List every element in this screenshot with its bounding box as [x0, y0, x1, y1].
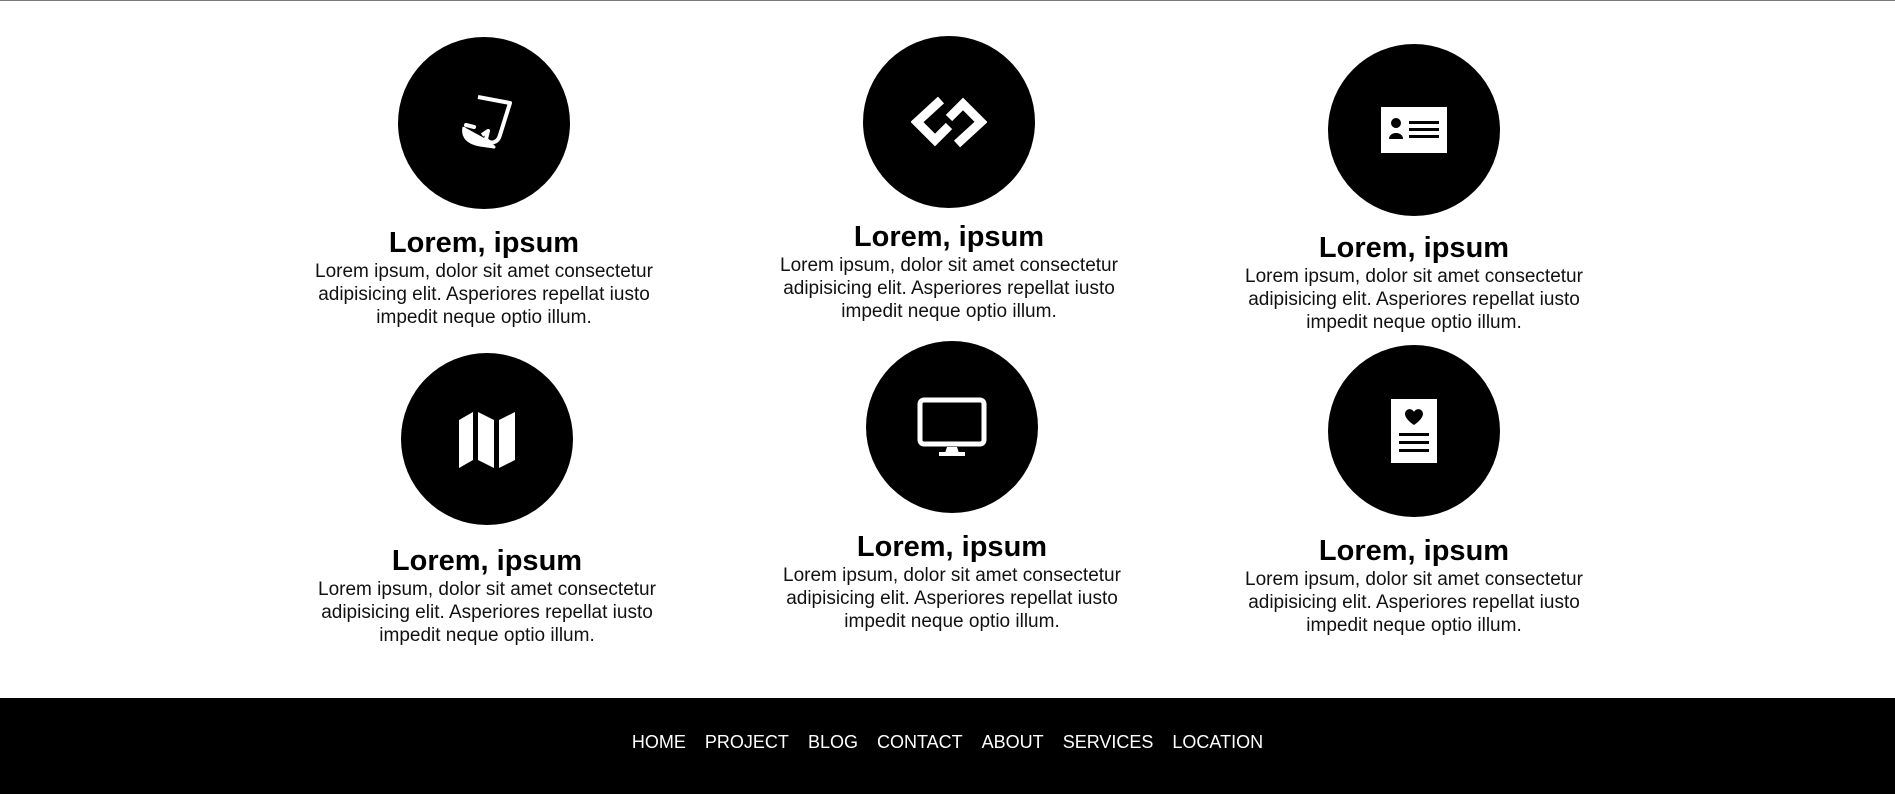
- feature-title: Lorem, ipsum: [853, 221, 1045, 253]
- map-icon: [459, 412, 515, 468]
- footer-link-services[interactable]: SERVICES: [1063, 732, 1154, 752]
- footer: HOME PROJECT BLOG CONTACT ABOUT SERVICES…: [0, 698, 1895, 794]
- footer-link-about[interactable]: ABOUT: [982, 732, 1044, 752]
- footer-link-location[interactable]: LOCATION: [1172, 732, 1263, 752]
- feature-icon-circle: [863, 36, 1035, 208]
- feature-card-2: Lorem, ipsum Lorem ipsum, dolor sit amet…: [759, 36, 1139, 323]
- footer-link-contact[interactable]: CONTACT: [877, 732, 963, 752]
- footer-nav: HOME PROJECT BLOG CONTACT ABOUT SERVICES…: [0, 731, 1895, 753]
- feature-description: Lorem ipsum, dolor sit amet consectetur …: [315, 261, 653, 328]
- feature-title: Lorem, ipsum: [391, 545, 583, 577]
- feature-icon-circle: [1328, 44, 1500, 216]
- feature-icon-circle: [398, 37, 570, 209]
- top-divider: [0, 0, 1895, 1]
- feature-description: Lorem ipsum, dolor sit amet consectetur …: [1245, 266, 1583, 333]
- footer-link-project[interactable]: PROJECT: [705, 732, 789, 752]
- feature-icon-circle: [1328, 345, 1500, 517]
- feature-icon-circle: [401, 353, 573, 525]
- footer-link-blog[interactable]: BLOG: [808, 732, 858, 752]
- scroll-icon: [462, 95, 512, 149]
- feature-title: Lorem, ipsum: [1318, 535, 1510, 567]
- feature-title: Lorem, ipsum: [1318, 232, 1510, 264]
- feature-title: Lorem, ipsum: [856, 531, 1048, 563]
- feature-card-6: Lorem, ipsum Lorem ipsum, dolor sit amet…: [1224, 345, 1604, 637]
- link-icon: [911, 96, 987, 148]
- heart-document-icon: [1391, 399, 1437, 463]
- feature-icon-circle: [866, 341, 1038, 513]
- feature-description: Lorem ipsum, dolor sit amet consectetur …: [780, 255, 1118, 322]
- feature-description: Lorem ipsum, dolor sit amet consectetur …: [783, 565, 1121, 632]
- feature-description: Lorem ipsum, dolor sit amet consectetur …: [1245, 569, 1583, 636]
- feature-title: Lorem, ipsum: [388, 227, 580, 259]
- monitor-icon: [917, 397, 987, 456]
- feature-card-5: Lorem, ipsum Lorem ipsum, dolor sit amet…: [762, 341, 1142, 633]
- feature-description: Lorem ipsum, dolor sit amet consectetur …: [318, 579, 656, 646]
- feature-card-1: Lorem, ipsum Lorem ipsum, dolor sit amet…: [294, 37, 674, 329]
- footer-link-home[interactable]: HOME: [632, 732, 686, 752]
- id-card-icon: [1381, 107, 1447, 153]
- feature-card-4: Lorem, ipsum Lorem ipsum, dolor sit amet…: [297, 353, 677, 647]
- feature-card-3: Lorem, ipsum Lorem ipsum, dolor sit amet…: [1224, 44, 1604, 334]
